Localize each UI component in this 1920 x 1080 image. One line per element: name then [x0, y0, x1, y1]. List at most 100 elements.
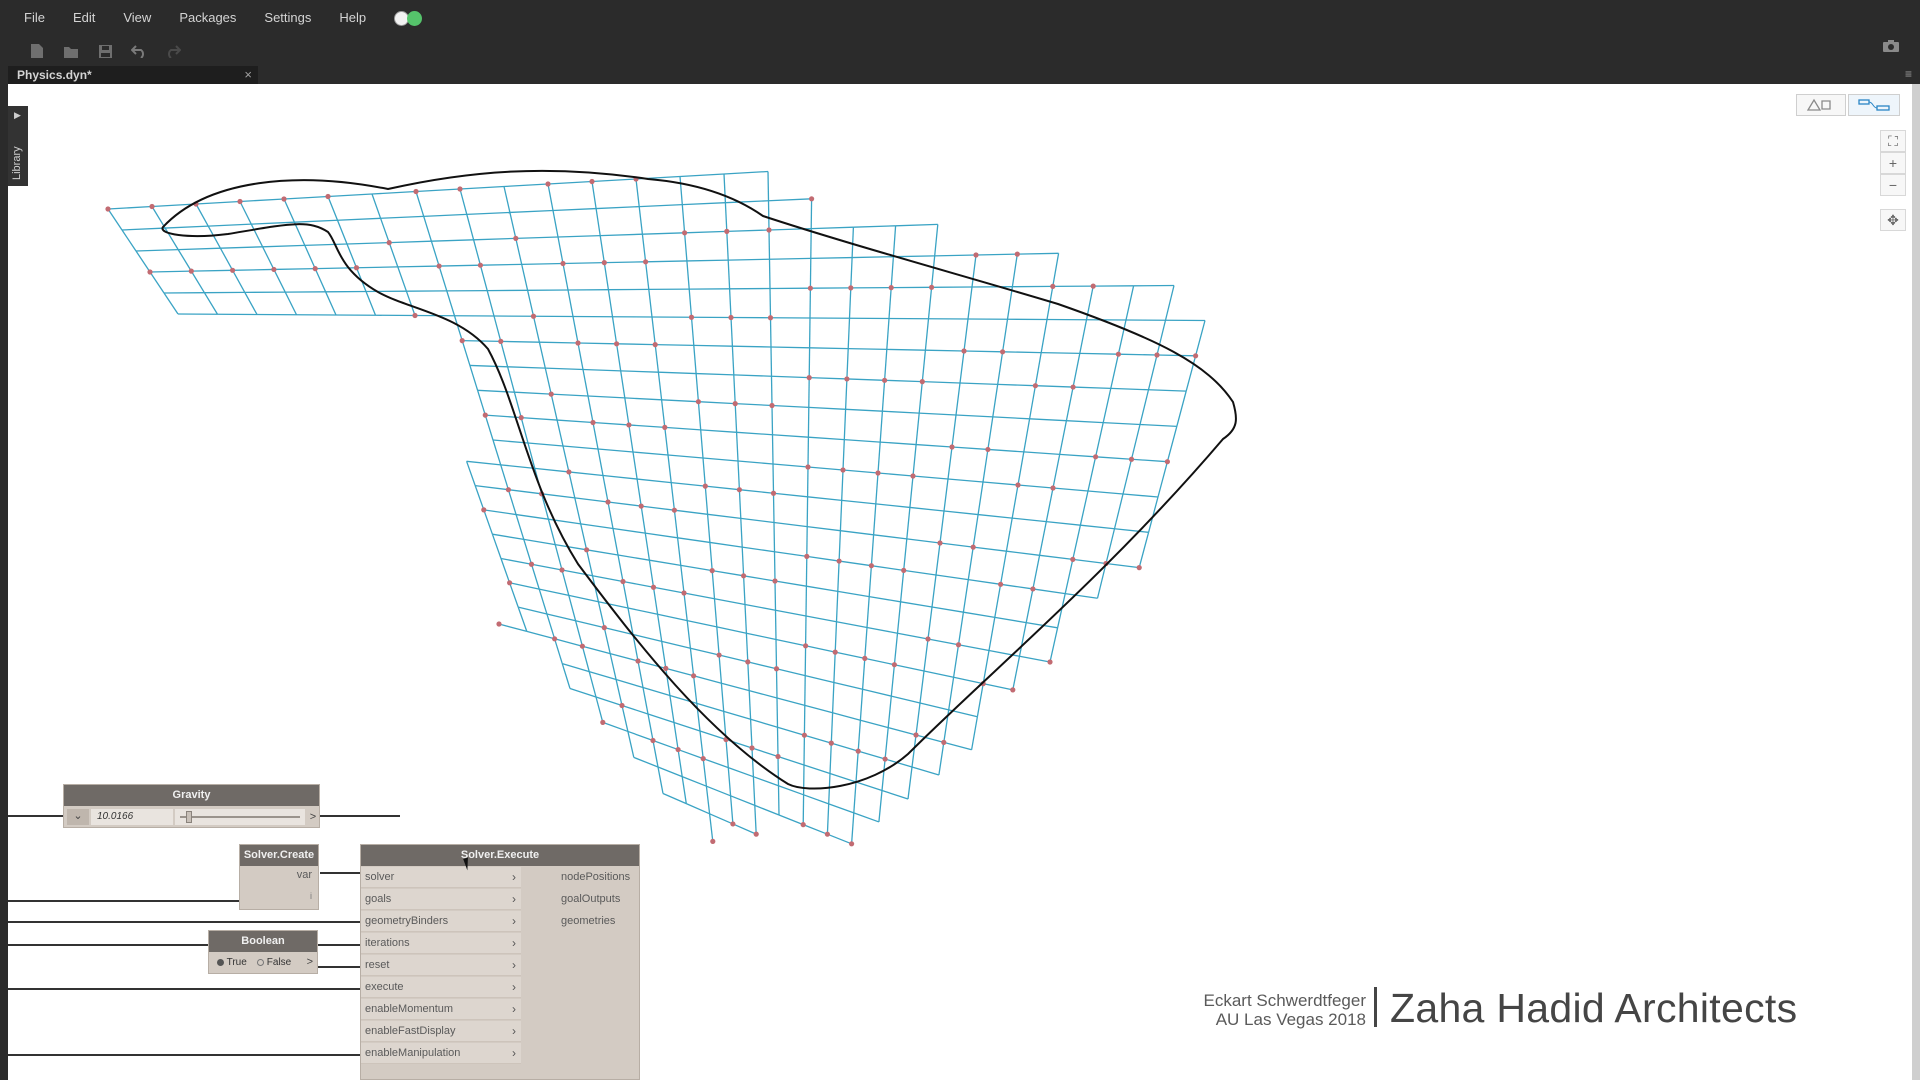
input-port-enable-fast-display[interactable]: enableFastDisplay ›	[361, 1021, 521, 1042]
zoom-in-button[interactable]: +	[1880, 152, 1906, 174]
mesh-edge	[777, 785, 780, 816]
mesh-edge	[1032, 588, 1066, 595]
mesh-edge	[907, 766, 913, 800]
mesh-edge	[610, 652, 639, 662]
gravity-value-field[interactable]: 10.0166	[91, 809, 173, 825]
undo-icon[interactable]	[122, 38, 156, 64]
menu-view[interactable]: View	[113, 0, 169, 36]
gravity-slider[interactable]	[175, 809, 305, 825]
node-gravity[interactable]: Gravity ⌄ 10.0166 >	[63, 784, 320, 828]
mesh-edge	[999, 551, 1008, 585]
input-port-geometry-binders[interactable]: geometryBinders ›	[361, 911, 521, 932]
background-preview-toggle[interactable]	[1796, 94, 1846, 116]
input-port-execute[interactable]: execute ›	[361, 977, 521, 998]
output-port-goal-outputs[interactable]: goalOutputs	[557, 889, 641, 910]
graph-canvas[interactable]: ▶ Library ⛶ + − ✥ Gravity ⌄ 10.0166 > So…	[8, 84, 1912, 1080]
graph-view-icon	[1858, 99, 1890, 111]
mesh-edge	[1017, 252, 1059, 255]
input-port-enable-manipulation[interactable]: enableManipulation ›	[361, 1043, 521, 1064]
menu-edit[interactable]: Edit	[63, 0, 113, 36]
input-port-goals[interactable]: goals ›	[361, 889, 521, 910]
mesh-edge	[740, 518, 743, 548]
open-file-icon[interactable]	[54, 38, 88, 64]
mesh-edge	[637, 660, 644, 688]
expand-slider-button[interactable]: ⌄	[67, 809, 89, 825]
mesh-edge	[963, 318, 969, 352]
mesh-edge	[806, 555, 840, 562]
input-port-solver[interactable]: solver ›	[361, 867, 521, 888]
output-port-geometries[interactable]: geometries	[557, 911, 641, 932]
radio-true[interactable]: True	[217, 957, 247, 968]
menu-lines-icon[interactable]: ≡	[1905, 67, 1912, 81]
mesh-node-point	[579, 643, 586, 649]
node-solver-execute[interactable]: Solver.Execute solver › goals › geometryBi…	[360, 844, 640, 1080]
mesh-edge	[617, 554, 650, 561]
mesh-edge	[879, 411, 884, 443]
mesh-edge	[397, 265, 440, 268]
output-port-node-positions[interactable]: nodePositions	[557, 867, 641, 888]
mesh-node-point	[716, 652, 722, 658]
mesh-edge	[562, 262, 605, 265]
mesh-edge	[743, 575, 776, 582]
slider-more-button[interactable]: >	[307, 809, 319, 825]
mesh-node-point	[230, 267, 236, 273]
mesh-edge	[1041, 351, 1080, 355]
mesh-node-point	[1030, 586, 1036, 592]
save-icon[interactable]	[88, 38, 122, 64]
mesh-node-point	[919, 379, 925, 385]
mesh-edge	[976, 683, 984, 717]
graph-view-toggle[interactable]	[1848, 94, 1900, 116]
mesh-node-point	[412, 312, 418, 319]
mesh-edge	[971, 254, 977, 288]
close-icon[interactable]: ×	[244, 66, 252, 84]
mesh-node-point	[809, 196, 815, 202]
mesh-edge	[1117, 319, 1127, 355]
mesh-edge	[744, 603, 776, 611]
mesh-edge	[627, 731, 635, 758]
mesh-edge	[580, 523, 588, 550]
mesh-edge	[1052, 454, 1061, 489]
output-port-var[interactable]: var	[297, 869, 312, 881]
boolean-more-button[interactable]: >	[307, 956, 313, 968]
node-solver-create[interactable]: Solver.Create var i	[239, 844, 319, 910]
zoom-out-button[interactable]: −	[1880, 174, 1906, 196]
mesh-edge	[770, 346, 810, 349]
node-boolean[interactable]: Boolean True False >	[208, 930, 318, 974]
menu-settings[interactable]: Settings	[254, 0, 329, 36]
mesh-edge	[846, 378, 885, 381]
mesh-edge	[380, 215, 424, 219]
mesh-edge	[521, 262, 564, 265]
mesh-node-point	[929, 284, 935, 290]
mesh-edge	[772, 434, 809, 438]
camera-icon[interactable]	[1882, 38, 1900, 58]
zoom-fit-button[interactable]: ⛶	[1880, 130, 1906, 152]
new-file-icon[interactable]	[20, 38, 54, 64]
mesh-edge	[850, 812, 855, 844]
mesh-node-point	[600, 719, 606, 726]
input-port-iterations[interactable]: iterations ›	[361, 933, 521, 954]
mesh-edge	[1049, 627, 1059, 663]
mesh-edge	[919, 670, 925, 704]
mesh-edge	[513, 392, 522, 418]
mesh-edge	[927, 287, 933, 319]
mesh-node-point	[828, 740, 834, 746]
mesh-edge	[909, 475, 914, 508]
mesh-node-point	[848, 285, 854, 291]
mesh-edge	[827, 833, 852, 845]
notification-indicator[interactable]	[394, 10, 423, 26]
mesh-edge	[552, 210, 559, 238]
library-panel-toggle[interactable]: ▶ Library	[8, 106, 28, 186]
redo-icon[interactable]	[156, 38, 190, 64]
mesh-edge	[806, 585, 838, 593]
mesh-edge	[777, 726, 805, 736]
mesh-edge	[958, 644, 990, 652]
input-port-enable-momentum[interactable]: enableMomentum ›	[361, 999, 521, 1020]
tab-physics-dyn[interactable]: Physics.dyn* ×	[8, 66, 258, 84]
menu-packages[interactable]: Packages	[169, 0, 254, 36]
slider-thumb[interactable]	[186, 811, 192, 823]
menu-help[interactable]: Help	[329, 0, 384, 36]
menu-file[interactable]: File	[14, 0, 63, 36]
pan-button[interactable]: ✥	[1880, 209, 1906, 231]
radio-false[interactable]: False	[257, 957, 291, 968]
input-port-reset[interactable]: reset ›	[361, 955, 521, 976]
